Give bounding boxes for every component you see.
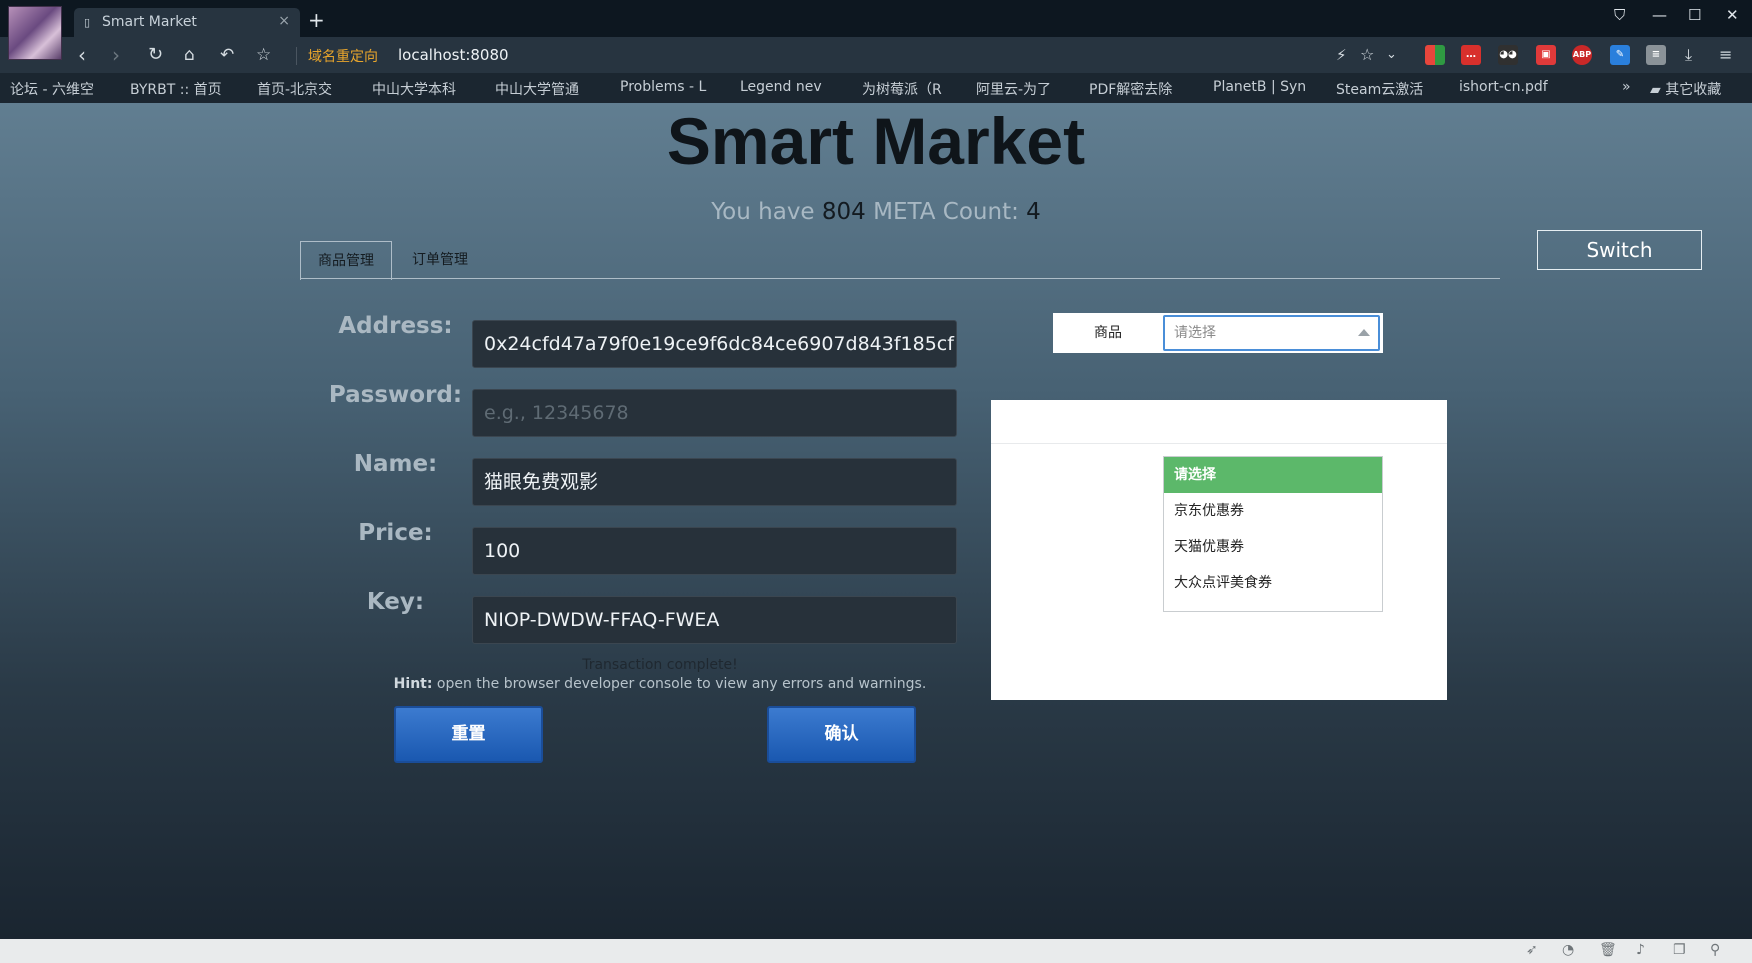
meta-count: 4 xyxy=(1026,199,1041,225)
other-bookmarks[interactable]: ▰ 其它收藏 xyxy=(1650,79,1721,99)
tab-product-management[interactable]: 商品管理 xyxy=(300,241,392,280)
pin-icon[interactable]: ⛉ xyxy=(1614,6,1625,24)
key-field[interactable]: NIOP-DWDW-FFAQ-FWEA xyxy=(472,596,957,644)
extension-cube-icon[interactable]: ▣ xyxy=(1536,45,1556,65)
trash-icon[interactable]: 🗑 xyxy=(1599,942,1617,958)
minimize-icon[interactable]: — xyxy=(1652,6,1667,24)
product-select[interactable]: 请选择 xyxy=(1163,315,1380,351)
bookmarks-bar: 论坛 - 六维空 BYRBT :: 首页 首页-北京交 中山大学本科 中山大学管… xyxy=(0,73,1752,103)
favorite-icon[interactable]: ☆ xyxy=(1360,45,1374,64)
product-select-group: 商品 请选择 xyxy=(1053,313,1383,353)
price-label: Price: xyxy=(358,520,433,546)
browser-status-bar: ➶ ◔ 🗑 ♪ ❐ ⚲ xyxy=(0,939,1752,963)
chevron-up-icon xyxy=(1358,329,1370,336)
url-field[interactable]: localhost:8080 xyxy=(398,46,509,64)
address-label: Address: xyxy=(338,313,453,339)
bookmark-item[interactable]: Steam云激活 xyxy=(1336,79,1423,99)
name-label: Name: xyxy=(353,451,438,477)
url-separator xyxy=(296,47,297,65)
balance-prefix: You have xyxy=(711,199,815,225)
address-field[interactable]: 0x24cfd47a79f0e19ce9f6dc84ce6907d843f185… xyxy=(472,320,957,368)
lightning-icon[interactable]: ⚡ xyxy=(1336,46,1347,64)
dropdown-option-jd-coupon[interactable]: 京东优惠券 xyxy=(1164,493,1382,529)
browser-title-bar: ▯ Smart Market × + ⛉ — ☐ ✕ xyxy=(0,0,1752,38)
bookmark-item[interactable]: PDF解密去除 xyxy=(1089,79,1172,99)
tab-close-icon[interactable]: × xyxy=(278,13,290,29)
product-select-label: 商品 xyxy=(1094,325,1122,341)
hint-text: Hint: open the browser developer console… xyxy=(300,676,1020,692)
rocket-icon[interactable]: ➶ xyxy=(1526,942,1538,958)
back-icon[interactable]: ‹ xyxy=(78,43,86,67)
page-title: Smart Market xyxy=(666,104,1086,178)
undo-icon[interactable]: ↶ xyxy=(220,45,234,65)
home-icon[interactable]: ⌂ xyxy=(184,45,195,65)
bookmark-item[interactable]: BYRBT :: 首页 xyxy=(130,79,222,99)
bookmark-item[interactable]: 论坛 - 六维空 xyxy=(10,79,94,99)
bookmark-item[interactable]: ishort-cn.pdf xyxy=(1459,79,1548,95)
hint-label: Hint: xyxy=(393,676,433,692)
bookmark-star-icon[interactable]: ☆ xyxy=(256,45,271,65)
redirect-badge[interactable]: 域名重定向 xyxy=(308,46,378,66)
bookmark-item[interactable]: 为树莓派（R xyxy=(862,79,942,99)
other-bookmarks-label: 其它收藏 xyxy=(1665,82,1722,98)
switch-button[interactable]: Switch xyxy=(1537,230,1702,270)
reload-icon[interactable]: ↻ xyxy=(148,44,163,65)
tab-title: Smart Market xyxy=(102,14,197,30)
panel-divider xyxy=(991,443,1447,444)
dropdown-option-tmall-coupon[interactable]: 天猫优惠券 xyxy=(1164,529,1382,565)
forward-icon[interactable]: › xyxy=(112,43,120,67)
window-icon[interactable]: ❐ xyxy=(1673,942,1686,958)
extension-glasses-icon[interactable]: ◕◕ xyxy=(1498,45,1518,65)
bookmark-item[interactable]: Legend nev xyxy=(740,79,822,95)
extension-red-icon[interactable]: … xyxy=(1461,45,1481,65)
zoom-icon[interactable]: ⚲ xyxy=(1710,942,1720,958)
product-dropdown-list: 请选择 京东优惠券 天猫优惠券 大众点评美食券 xyxy=(1163,456,1383,612)
password-label: Password: xyxy=(328,382,463,408)
page-background xyxy=(0,103,1752,939)
key-label: Key: xyxy=(366,589,425,615)
password-field[interactable]: e.g., 12345678 xyxy=(472,389,957,437)
name-field[interactable]: 猫眼免费观影 xyxy=(472,458,957,506)
maximize-icon[interactable]: ☐ xyxy=(1688,6,1701,24)
extension-gray-icon[interactable]: ≡ xyxy=(1646,45,1666,65)
bookmark-item[interactable]: 中山大学本科 xyxy=(372,79,456,99)
folder-icon: ▰ xyxy=(1650,82,1666,98)
menu-icon[interactable]: ≡ xyxy=(1719,45,1732,64)
adblock-icon[interactable]: ABP xyxy=(1572,45,1592,65)
confirm-button[interactable]: 确认 xyxy=(767,706,916,763)
close-window-icon[interactable]: ✕ xyxy=(1726,6,1739,24)
volume-icon[interactable]: ♪ xyxy=(1636,942,1645,958)
reset-button[interactable]: 重置 xyxy=(394,706,543,763)
chevron-down-icon[interactable]: ⌄ xyxy=(1386,47,1397,62)
bookmark-item[interactable]: 中山大学管通 xyxy=(495,79,579,99)
bookmark-item[interactable]: 首页-北京交 xyxy=(257,79,332,99)
bookmark-item[interactable]: 阿里云-为了 xyxy=(976,79,1051,99)
dropdown-option-dianping-coupon[interactable]: 大众点评美食券 xyxy=(1164,565,1382,601)
product-select-placeholder: 请选择 xyxy=(1174,325,1216,341)
price-field[interactable]: 100 xyxy=(472,527,957,575)
more-bookmarks-icon[interactable]: » xyxy=(1622,79,1631,95)
profile-avatar[interactable] xyxy=(8,6,62,60)
document-icon: ▯ xyxy=(84,16,91,29)
balance-line: You have 804 META Count: 4 xyxy=(0,199,1752,225)
balance-value: 804 xyxy=(821,199,866,225)
new-tab-button[interactable]: + xyxy=(308,8,325,32)
extension-blue-icon[interactable]: ✎ xyxy=(1610,45,1630,65)
apps-grid-icon[interactable] xyxy=(1425,45,1445,65)
download-icon[interactable]: ⤓ xyxy=(1685,45,1692,65)
speed-icon[interactable]: ◔ xyxy=(1562,942,1574,958)
hint-body: open the browser developer console to vi… xyxy=(436,676,927,692)
browser-nav-bar: ‹ › ↻ ⌂ ↶ ☆ 域名重定向 localhost:8080 ⚡ ☆ ⌄ …… xyxy=(0,37,1752,73)
transaction-status: Transaction complete! xyxy=(582,657,738,673)
tab-order-management[interactable]: 订单管理 xyxy=(395,241,485,280)
bookmark-item[interactable]: PlanetB | Syn xyxy=(1213,79,1306,95)
tab-bar: 商品管理 订单管理 xyxy=(300,239,1500,280)
browser-tab[interactable]: ▯ Smart Market × xyxy=(74,8,300,38)
bookmark-item[interactable]: Problems - L xyxy=(620,79,706,95)
dropdown-option-placeholder[interactable]: 请选择 xyxy=(1164,457,1382,493)
meta-label: META Count: xyxy=(873,199,1019,225)
